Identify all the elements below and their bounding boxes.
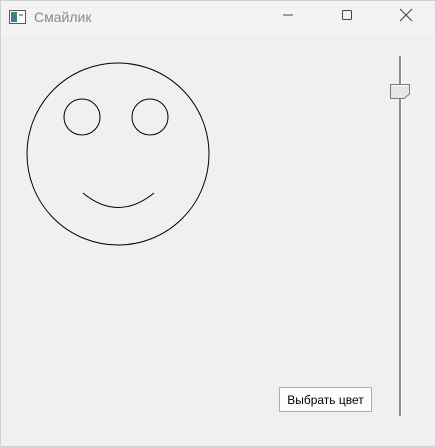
close-icon bbox=[399, 8, 413, 27]
minimize-icon bbox=[282, 8, 294, 26]
choose-color-button[interactable]: Выбрать цвет bbox=[279, 387, 372, 412]
slider-thumb[interactable] bbox=[390, 84, 410, 99]
slider-track bbox=[399, 56, 402, 416]
app-window-icon bbox=[9, 10, 26, 24]
left-eye bbox=[63, 98, 101, 136]
face-outline bbox=[26, 62, 210, 246]
vertical-slider[interactable] bbox=[387, 51, 413, 421]
app-window: Смайлик Выбрать цвет bbox=[0, 0, 436, 447]
drawing-canvas[interactable] bbox=[1, 35, 381, 435]
window-title: Смайлик bbox=[34, 9, 92, 25]
maximize-icon bbox=[341, 8, 353, 26]
smile-mouth bbox=[82, 192, 155, 208]
smiley-face bbox=[26, 62, 210, 246]
maximize-button[interactable] bbox=[324, 1, 370, 33]
minimize-button[interactable] bbox=[265, 1, 311, 33]
close-button[interactable] bbox=[383, 1, 429, 33]
right-eye bbox=[131, 98, 169, 136]
title-bar[interactable]: Смайлик bbox=[1, 1, 435, 35]
